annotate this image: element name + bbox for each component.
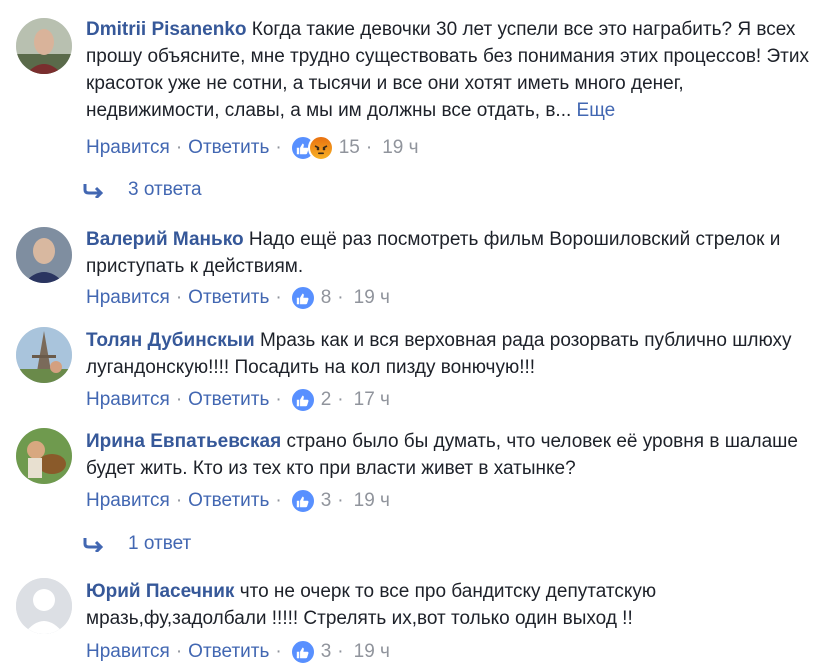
separator: ·: [275, 490, 282, 511]
avatar[interactable]: [16, 578, 72, 634]
separator: ·: [175, 490, 183, 511]
separator: ·: [275, 287, 282, 308]
reactions[interactable]: 2: [289, 387, 332, 413]
comment-actions: Нравится · Ответить · 8 · 19 ч: [86, 285, 390, 311]
like-button[interactable]: Нравится: [86, 287, 170, 309]
like-reaction-icon: [289, 285, 316, 311]
timestamp[interactable]: 17 ч: [354, 389, 390, 411]
separator: ·: [275, 389, 282, 410]
reaction-count: 3: [320, 490, 332, 511]
timestamp[interactable]: 19 ч: [354, 490, 390, 512]
separator: ·: [337, 490, 344, 511]
separator: ·: [175, 641, 183, 662]
comment-actions: Нравится · Ответить · 15 · 19 ч: [86, 135, 419, 161]
comment-actions: Нравится · Ответить · 3 · 19 ч: [86, 639, 390, 665]
comment-author[interactable]: Dmitrii Pisanenko: [86, 19, 247, 40]
comment-author[interactable]: Юрий Пасечник: [86, 581, 234, 602]
avatar[interactable]: [16, 227, 72, 283]
separator: ·: [175, 389, 183, 410]
separator: ·: [275, 137, 282, 158]
reply-button[interactable]: Ответить: [188, 287, 269, 309]
reply-arrow-icon: [83, 184, 104, 198]
like-button[interactable]: Нравится: [86, 641, 170, 663]
separator: ·: [337, 641, 344, 662]
reactions[interactable]: 15: [289, 135, 360, 161]
timestamp[interactable]: 19 ч: [354, 641, 390, 663]
separator: ·: [175, 137, 183, 158]
like-button[interactable]: Нравится: [86, 389, 170, 411]
angry-reaction-icon: [307, 135, 334, 161]
reply-arrow-icon: [83, 538, 104, 552]
separator: ·: [275, 641, 282, 662]
reaction-count: 15: [338, 137, 360, 158]
like-button[interactable]: Нравится: [86, 137, 170, 159]
reactions[interactable]: 8: [289, 285, 332, 311]
like-button[interactable]: Нравится: [86, 490, 170, 512]
reply-button[interactable]: Ответить: [188, 137, 269, 159]
timestamp[interactable]: 19 ч: [354, 287, 390, 309]
reply-button[interactable]: Ответить: [188, 490, 269, 512]
see-more-link[interactable]: Еще: [577, 100, 616, 121]
reaction-count: 2: [320, 389, 332, 410]
comment-author[interactable]: Ирина Евпатьевская: [86, 431, 281, 452]
reply-button[interactable]: Ответить: [188, 641, 269, 663]
comment-author[interactable]: Толян Дубинскыи: [86, 330, 255, 351]
replies-count: 3 ответа: [128, 179, 202, 200]
like-reaction-icon: [289, 387, 316, 413]
timestamp[interactable]: 19 ч: [382, 137, 418, 159]
reactions[interactable]: 3: [289, 639, 332, 665]
reaction-count: 3: [320, 641, 332, 662]
separator: ·: [337, 389, 344, 410]
view-replies-link[interactable]: 1 ответ: [82, 531, 191, 557]
replies-count: 1 ответ: [128, 533, 192, 554]
reaction-count: 8: [320, 287, 332, 308]
comment-actions: Нравится · Ответить · 2 · 17 ч: [86, 387, 390, 413]
like-reaction-icon: [289, 639, 316, 665]
separator: ·: [337, 287, 344, 308]
avatar[interactable]: [16, 428, 72, 484]
like-reaction-icon: [289, 488, 316, 514]
reactions[interactable]: 3: [289, 488, 332, 514]
avatar[interactable]: [16, 327, 72, 383]
view-replies-link[interactable]: 3 ответа: [82, 177, 202, 203]
reply-button[interactable]: Ответить: [188, 389, 269, 411]
separator: ·: [365, 137, 373, 158]
avatar[interactable]: [16, 18, 72, 74]
comment-author[interactable]: Валерий Манько: [86, 229, 244, 250]
comment-actions: Нравится · Ответить · 3 · 19 ч: [86, 488, 390, 514]
separator: ·: [175, 287, 183, 308]
